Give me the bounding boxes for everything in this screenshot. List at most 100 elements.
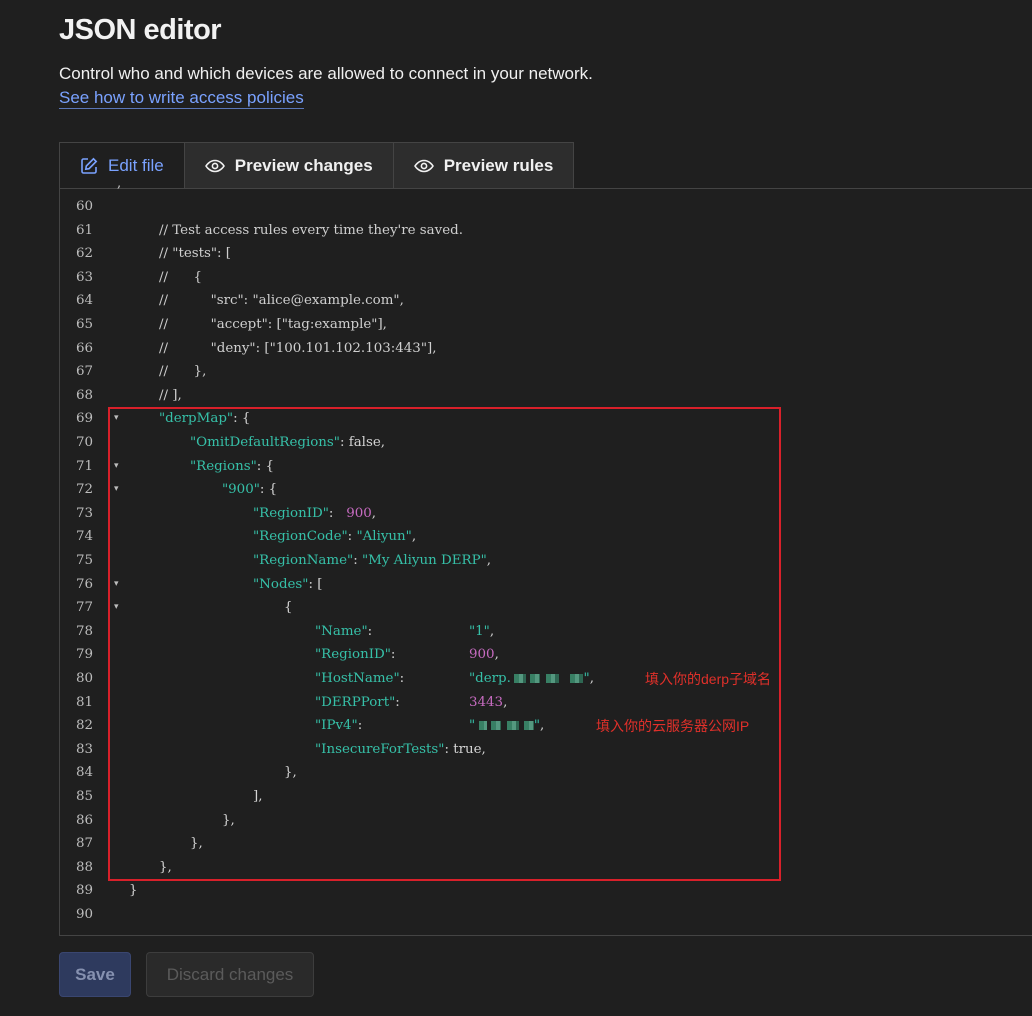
line-number: 76 bbox=[75, 576, 93, 592]
redacted-value bbox=[523, 721, 534, 731]
line-number: 84 bbox=[75, 765, 93, 781]
code-text: "Regions": { bbox=[190, 458, 275, 474]
save-button[interactable]: Save bbox=[59, 952, 131, 997]
code-text: "RegionName": "My Aliyun DERP", bbox=[253, 553, 492, 568]
code-line: 63 // { bbox=[59, 266, 799, 290]
line-number: 79 bbox=[75, 647, 93, 663]
code-text: // }, bbox=[159, 364, 207, 380]
code-line: 79 "RegionID": 900, bbox=[59, 643, 799, 667]
ipv4-annotation: 填入你的云服务器公网IP bbox=[596, 718, 750, 734]
line-number: 60 bbox=[75, 199, 93, 214]
fold-toggle-icon[interactable]: ▾ bbox=[114, 596, 119, 620]
code-line: 83 "InsecureForTests": true, bbox=[59, 738, 799, 762]
line-number: 81 bbox=[75, 694, 93, 710]
code-line: 65 // "accept": ["tag:example"], bbox=[59, 313, 799, 337]
line-number: 71 bbox=[75, 458, 93, 474]
access-policies-link[interactable]: See how to write access policies bbox=[59, 88, 304, 109]
redacted-value bbox=[507, 721, 520, 731]
code-text: // ], bbox=[159, 387, 182, 403]
fold-toggle-icon[interactable]: ▾ bbox=[114, 455, 119, 479]
code-text: ], bbox=[253, 789, 263, 804]
code-text: "OmitDefaultRegions": false, bbox=[190, 435, 386, 450]
json-value: 3443, bbox=[469, 694, 508, 710]
line-number: 73 bbox=[75, 505, 93, 521]
code-text: }, bbox=[222, 812, 235, 828]
code-line: 87}, bbox=[59, 832, 799, 856]
page-title: JSON editor bbox=[59, 14, 222, 46]
code-line: 73 "RegionID": 900, bbox=[59, 502, 799, 526]
line-number: 80 bbox=[75, 671, 93, 686]
tab-label: Preview changes bbox=[234, 155, 373, 175]
code-text: "IPv4": bbox=[315, 718, 363, 734]
json-value: "derp. ", bbox=[469, 671, 594, 686]
fold-toggle-icon[interactable]: ▾ bbox=[114, 573, 119, 597]
code-line: 74 "RegionCode": "Aliyun", bbox=[59, 525, 799, 549]
scrolled-line-fragment: , bbox=[117, 176, 122, 191]
code-line: 64 // "src": "alice@example.com", bbox=[59, 289, 799, 313]
tab-label: Edit file bbox=[108, 155, 164, 175]
line-number: 77 bbox=[75, 600, 93, 616]
code-line: 60 bbox=[59, 195, 799, 219]
editor-tabs: Edit file Preview changes Preview rules bbox=[59, 142, 575, 189]
code-text: // "accept": ["tag:example"], bbox=[159, 317, 387, 332]
line-number: 90 bbox=[75, 907, 93, 922]
code-line: 78 "Name": "1", bbox=[59, 620, 799, 644]
code-line: 89} bbox=[59, 879, 799, 903]
line-number: 66 bbox=[75, 340, 93, 356]
line-number: 85 bbox=[75, 789, 93, 804]
fold-toggle-icon[interactable]: ▾ bbox=[114, 407, 119, 431]
line-number: 64 bbox=[75, 293, 93, 309]
tab-preview-changes[interactable]: Preview changes bbox=[184, 142, 394, 189]
code-text: }, bbox=[159, 859, 172, 875]
code-line: 69 ▾ "derpMap": { bbox=[59, 407, 799, 431]
line-number: 82 bbox=[75, 718, 93, 734]
code-text: // "tests": [ bbox=[159, 246, 232, 262]
code-text: "DERPPort": bbox=[315, 694, 400, 710]
line-number: 67 bbox=[75, 364, 93, 380]
code-text: "RegionID": 900, bbox=[253, 505, 377, 521]
code-text: "derpMap": { bbox=[159, 411, 251, 427]
redacted-value bbox=[530, 674, 541, 683]
json-value: 900, bbox=[469, 647, 499, 663]
code-line: 81 "DERPPort": 3443, bbox=[59, 691, 799, 715]
tab-edit-file[interactable]: Edit file bbox=[59, 142, 185, 189]
code-text: "RegionID": bbox=[315, 647, 396, 663]
code-text: { bbox=[284, 600, 293, 616]
json-value: 900, bbox=[346, 505, 377, 521]
line-number: 68 bbox=[75, 387, 93, 403]
code-line: 76 ▾ "Nodes": [ bbox=[59, 573, 799, 597]
edit-icon bbox=[80, 157, 98, 175]
code-line: 62 // "tests": [ bbox=[59, 242, 799, 266]
line-number: 78 bbox=[75, 623, 93, 639]
redacted-value bbox=[569, 674, 584, 683]
line-number: 70 bbox=[75, 435, 93, 450]
tab-label: Preview rules bbox=[443, 155, 554, 175]
tab-preview-rules[interactable]: Preview rules bbox=[393, 142, 575, 189]
discard-changes-button[interactable]: Discard changes bbox=[146, 952, 314, 997]
json-value: "Aliyun", bbox=[356, 529, 417, 545]
line-number: 88 bbox=[75, 859, 93, 875]
line-number: 63 bbox=[75, 269, 93, 285]
code-text: "InsecureForTests": true, bbox=[315, 741, 486, 757]
line-number: 75 bbox=[75, 553, 93, 568]
line-number: 89 bbox=[75, 883, 93, 899]
code-line: 75 "RegionName": "My Aliyun DERP", bbox=[59, 549, 799, 573]
redacted-value bbox=[490, 721, 501, 731]
line-number: 72 bbox=[75, 482, 93, 498]
code-line: 71 ▾ "Regions": { bbox=[59, 455, 799, 479]
eye-icon bbox=[413, 159, 434, 173]
code-line: 85], bbox=[59, 785, 799, 809]
code-line: 77 ▾ { bbox=[59, 596, 799, 620]
code-text: // { bbox=[159, 269, 203, 285]
code-line: 68 // ], bbox=[59, 384, 799, 408]
code-text: "Name": bbox=[315, 623, 373, 639]
line-number: 87 bbox=[75, 836, 93, 852]
line-number: 62 bbox=[75, 246, 93, 262]
code-text: "HostName": bbox=[315, 671, 405, 686]
code-text: "RegionCode": "Aliyun", bbox=[253, 529, 417, 545]
code-line: 61 // Test access rules every time they'r… bbox=[59, 219, 799, 243]
code-line: 88}, bbox=[59, 856, 799, 880]
fold-toggle-icon[interactable]: ▾ bbox=[114, 478, 119, 502]
code-line: 66 // "deny": ["100.101.102.103:443"], bbox=[59, 337, 799, 361]
json-value: "1", bbox=[469, 623, 495, 639]
